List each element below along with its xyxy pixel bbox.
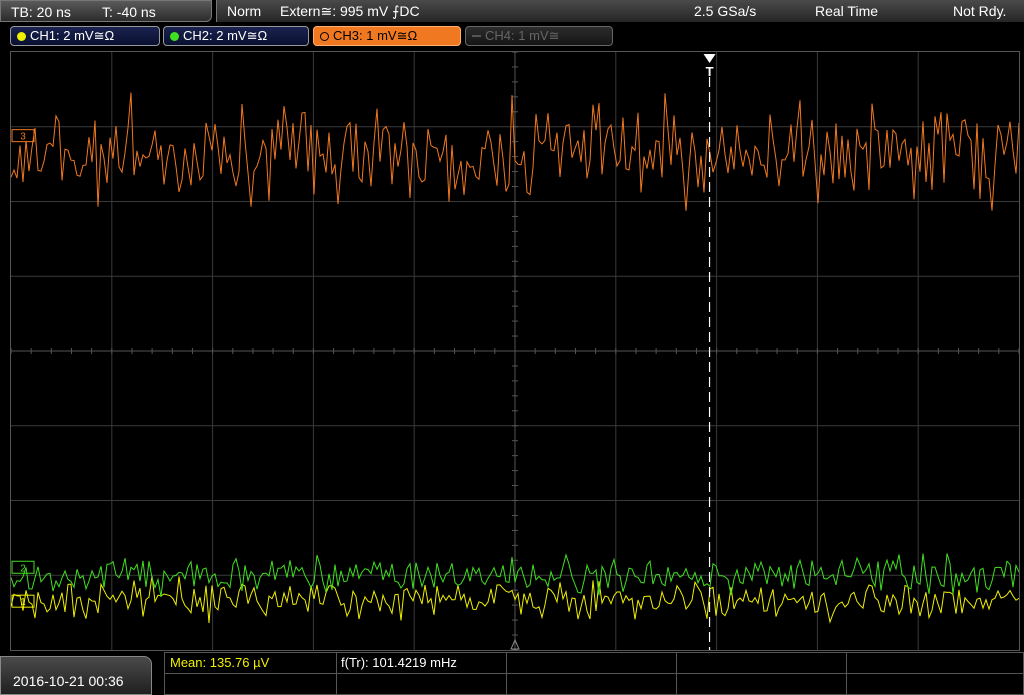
trigger-source[interactable]: Extern≅: 995 mV ⨍DC bbox=[280, 3, 420, 20]
measurement-cell-empty-4[interactable] bbox=[165, 674, 337, 695]
trigger-time-label: T: -40 ns bbox=[102, 4, 156, 20]
trigger-arrow-icon bbox=[703, 54, 716, 63]
channel-3-level-marker-label: 3 bbox=[20, 132, 26, 143]
measurement-cell-mean[interactable]: Mean: 135.76 µV bbox=[165, 653, 337, 674]
channel-bar: CH1: 2 mV≅Ω CH2: 2 mV≅Ω CH3: 1 mV≅Ω CH4:… bbox=[0, 26, 1024, 48]
channel-2-level-marker-label: 2 bbox=[20, 563, 26, 574]
trigger-mode[interactable]: Norm bbox=[227, 3, 261, 19]
channel-2-label: CH2: 2 mV≅Ω bbox=[183, 28, 268, 43]
channel-4-indicator-icon bbox=[472, 35, 481, 37]
channel-1-indicator-icon bbox=[17, 32, 26, 41]
datetime-box: 2016-10-21 00:36 bbox=[0, 656, 152, 695]
measurement-panel[interactable]: Mean: 135.76 µV f(Tr): 101.4219 mHz bbox=[164, 652, 1024, 695]
measurement-cell-empty-6[interactable] bbox=[507, 674, 677, 695]
channel-4-button[interactable]: CH4: 1 mV≅ bbox=[465, 26, 613, 46]
waveform-canvas[interactable]: T 3 2 1 bbox=[11, 52, 1019, 650]
graticule bbox=[11, 52, 1019, 650]
channel-1-label: CH1: 2 mV≅Ω bbox=[30, 28, 115, 43]
channel-1-level-marker-label: 1 bbox=[20, 597, 26, 608]
measurement-cell-empty-5[interactable] bbox=[337, 674, 507, 695]
measurement-cell-empty-3[interactable] bbox=[847, 653, 1024, 674]
channel-4-label: CH4: 1 mV≅ bbox=[485, 28, 560, 43]
channel-3-button[interactable]: CH3: 1 mV≅Ω bbox=[313, 26, 461, 46]
measurement-cell-freq[interactable]: f(Tr): 101.4219 mHz bbox=[337, 653, 507, 674]
channel-3-indicator-icon bbox=[320, 32, 329, 41]
measurement-cell-empty-8[interactable] bbox=[847, 674, 1024, 695]
waveform-display[interactable]: T 3 2 1 bbox=[10, 51, 1020, 651]
mean-measurement: Mean: 135.76 µV bbox=[170, 655, 270, 670]
sample-rate: 2.5 GSa/s bbox=[694, 3, 757, 19]
measurement-cell-empty-1[interactable] bbox=[507, 653, 677, 674]
acquisition-mode: Real Time bbox=[815, 3, 879, 19]
top-bar: TB: 20 ns T: -40 ns Norm Extern≅: 995 mV… bbox=[0, 0, 1024, 24]
timebase-box[interactable]: TB: 20 ns T: -40 ns bbox=[0, 0, 212, 22]
datetime-label: 2016-10-21 00:36 bbox=[13, 673, 124, 689]
timebase-label: TB: 20 ns bbox=[11, 4, 71, 20]
bottom-bar: 2016-10-21 00:36 Mean: 135.76 µV f(Tr): … bbox=[0, 652, 1024, 695]
trigger-marker-label: T bbox=[706, 64, 714, 79]
measurement-cell-empty-2[interactable] bbox=[677, 653, 847, 674]
channel-2-button[interactable]: CH2: 2 mV≅Ω bbox=[163, 26, 309, 46]
run-status: Not Rdy. bbox=[953, 3, 1007, 19]
channel-3-label: CH3: 1 mV≅Ω bbox=[333, 28, 418, 43]
channel-1-button[interactable]: CH1: 2 mV≅Ω bbox=[10, 26, 160, 46]
status-bar: Norm Extern≅: 995 mV ⨍DC 2.5 GSa/s Real … bbox=[216, 0, 1024, 22]
frequency-measurement: f(Tr): 101.4219 mHz bbox=[341, 655, 457, 670]
measurement-cell-empty-7[interactable] bbox=[677, 674, 847, 695]
channel-2-indicator-icon bbox=[170, 32, 179, 41]
